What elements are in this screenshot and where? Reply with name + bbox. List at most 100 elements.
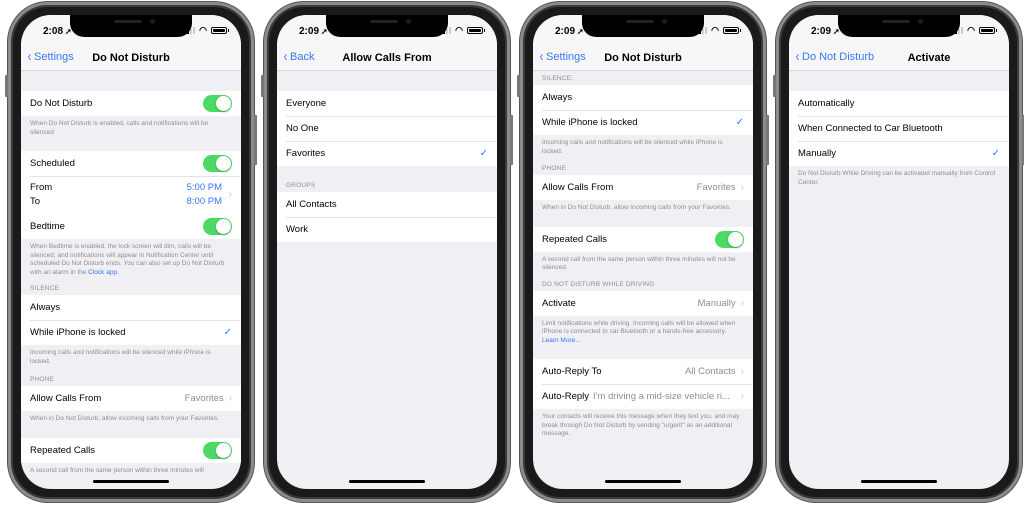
silence-option-while-locked[interactable]: While iPhone is locked ✓ (533, 110, 753, 135)
silence-footer: Incoming calls and notifications will be… (542, 139, 723, 155)
silence-option-while-locked[interactable]: While iPhone is locked ✓ (21, 320, 241, 345)
home-indicator[interactable] (605, 480, 681, 483)
notch (326, 15, 448, 37)
wifi-icon: ◠ (455, 25, 463, 35)
notch (582, 15, 704, 37)
wifi-icon: ◠ (967, 25, 975, 35)
page-title: Activate (907, 52, 951, 64)
schedule-time-row[interactable]: From 5:00 PM To 8:00 PM › (21, 176, 241, 214)
group-all-contacts[interactable]: All Contacts (277, 192, 497, 217)
bedtime-row: Bedtime (21, 214, 241, 239)
learn-more-link[interactable]: Learn More... (542, 337, 581, 344)
silence-header: SILENCE: (542, 75, 574, 82)
phone-frame-2: 2:09 ➚ ◠ ‹ Back Allow Calls From Everyone … (261, 2, 513, 502)
chevron-right-icon: › (740, 182, 744, 193)
repeated-calls-toggle[interactable] (203, 441, 232, 459)
checkmark-icon: ✓ (991, 148, 1000, 159)
driving-header: DO NOT DISTURB WHILE DRIVING (542, 280, 655, 288)
allow-calls-footer: When in Do Not Disturb, allow incoming c… (542, 204, 731, 211)
checkmark-icon: ✓ (223, 327, 232, 338)
allow-calls-from-row[interactable]: Allow Calls From Favorites › (21, 386, 241, 411)
option-automatically[interactable]: Automatically (789, 91, 1009, 116)
status-time: 2:09 ➚ (299, 26, 328, 37)
home-indicator[interactable] (349, 480, 425, 483)
battery-icon (211, 27, 229, 34)
nav-bar: ‹ Back Allow Calls From (277, 47, 497, 71)
option-no-one[interactable]: No One (277, 116, 497, 141)
page-title: Allow Calls From (342, 52, 432, 64)
allow-calls-from-row[interactable]: Allow Calls From Favorites › (533, 175, 753, 200)
nav-bar: ‹ Settings Do Not Disturb (21, 47, 241, 71)
notch (70, 15, 192, 37)
phone-header: PHONE (542, 165, 567, 172)
battery-icon (723, 27, 741, 34)
checkmark-icon: ✓ (479, 148, 488, 159)
allow-calls-value: Favorites (696, 182, 736, 193)
wifi-icon: ◠ (199, 25, 207, 35)
do-not-disturb-footer: When Do Not Disturb is enabled, calls an… (30, 120, 209, 136)
battery-icon (467, 27, 485, 34)
activate-footer: Limit notifications while driving. Incom… (542, 319, 736, 344)
clock-app-link[interactable]: Clock app. (88, 269, 119, 276)
bedtime-toggle[interactable] (203, 218, 232, 235)
home-indicator[interactable] (93, 480, 169, 483)
page-title: Do Not Disturb (92, 52, 170, 64)
silence-header: SILENCE (30, 285, 60, 292)
screen-do-not-disturb: 2:08 ➚ ◠ ‹ Settings Do Not Disturb Do Not … (21, 15, 241, 489)
phone-frame-3: 2:09 ➚ ◠ ‹ Settings Do Not Disturb SILENCE… (517, 2, 769, 502)
checkmark-icon: ✓ (735, 117, 744, 128)
option-everyone[interactable]: Everyone (277, 91, 497, 116)
screen-allow-calls-from: 2:09 ➚ ◠ ‹ Back Allow Calls From Everyone … (277, 15, 497, 489)
phone-frame-4: 2:09 ➚ ◠ ‹ Do Not Disturb Activate Automat… (773, 2, 1024, 502)
repeated-calls-footer: A second call from the same person withi… (542, 255, 736, 272)
bedtime-footer: When Bedtime is enabled, the lock screen… (30, 243, 225, 276)
repeated-calls-footer: A second call from the same person withi… (30, 466, 204, 474)
groups-header: GROUPS (286, 182, 316, 189)
auto-reply-to-row[interactable]: Auto-Reply To All Contacts › (533, 359, 753, 384)
page-title: Do Not Disturb (604, 52, 682, 64)
notch (838, 15, 960, 37)
screen-do-not-disturb-scrolled: 2:09 ➚ ◠ ‹ Settings Do Not Disturb SILENCE… (533, 15, 753, 489)
auto-reply-footer: Your contacts will receive this message … (542, 413, 740, 437)
nav-bar: ‹ Settings Do Not Disturb (533, 47, 753, 71)
chevron-right-icon: › (740, 297, 744, 309)
group-work[interactable]: Work (277, 217, 497, 242)
status-time: 2:08 ➚ (43, 26, 72, 37)
do-not-disturb-toggle[interactable] (203, 95, 232, 112)
from-label: From (30, 181, 53, 193)
option-manually[interactable]: Manually ✓ (789, 141, 1009, 166)
repeated-calls-row: Repeated Calls (21, 437, 241, 463)
screen-activate: 2:09 ➚ ◠ ‹ Do Not Disturb Activate Automat… (789, 15, 1009, 489)
chevron-right-icon: › (228, 189, 232, 200)
do-not-disturb-row: Do Not Disturb (21, 91, 241, 116)
silence-option-always[interactable]: Always (533, 85, 753, 110)
allow-calls-value: Favorites (184, 393, 224, 404)
battery-icon (979, 27, 997, 34)
to-label: To (30, 195, 41, 207)
activate-row[interactable]: Activate Manually › (533, 290, 753, 316)
phone-frame-1: 2:08 ➚ ◠ ‹ Settings Do Not Disturb Do Not … (5, 2, 257, 502)
scheduled-row: Scheduled (21, 151, 241, 176)
activate-value: Manually (697, 297, 736, 309)
auto-reply-to-value: All Contacts (684, 366, 736, 377)
status-time: 2:09 ➚ (811, 26, 840, 37)
auto-reply-message: I'm driving a mid-size vehicle ri... (593, 391, 730, 402)
chevron-right-icon: › (740, 391, 744, 402)
home-indicator[interactable] (861, 480, 937, 483)
allow-calls-footer: When in Do Not Disturb, allow incoming c… (30, 415, 219, 422)
activate-footer: Do Not Disturb While Driving can be acti… (798, 170, 996, 186)
auto-reply-row[interactable]: Auto-Reply I'm driving a mid-size vehicl… (533, 384, 753, 409)
phone-header: PHONE (30, 376, 55, 383)
from-time: 5:00 PM (186, 181, 222, 193)
repeated-calls-row: Repeated Calls (533, 226, 753, 252)
option-favorites[interactable]: Favorites ✓ (277, 141, 497, 166)
option-car-bluetooth[interactable]: When Connected to Car Bluetooth (789, 116, 1009, 141)
chevron-left-icon: ‹ (795, 48, 800, 65)
repeated-calls-toggle[interactable] (715, 230, 744, 248)
silence-option-always[interactable]: Always (21, 295, 241, 320)
to-time: 8:00 PM (186, 195, 222, 207)
status-time: 2:09 ➚ (555, 26, 584, 37)
wifi-icon: ◠ (711, 25, 719, 35)
silence-footer: Incoming calls and notifications will be… (30, 349, 211, 365)
scheduled-toggle[interactable] (203, 155, 232, 172)
